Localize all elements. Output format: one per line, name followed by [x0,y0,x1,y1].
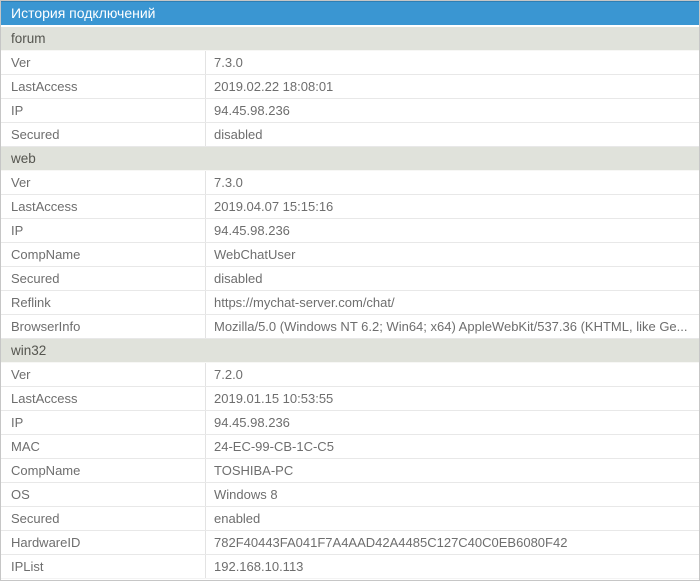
row-value: 7.3.0 [206,51,699,74]
row-label: Secured [1,507,206,530]
table-row: LastAccess 2019.01.15 10:53:55 [1,387,699,411]
row-value: WebChatUser [206,243,699,266]
table-row: HardwareID 782F40443FA041F7A4AAD42A4485C… [1,531,699,555]
row-value: Mozilla/5.0 (Windows NT 6.2; Win64; x64)… [206,315,699,338]
section-header: web [1,147,699,171]
row-label: Ver [1,171,206,194]
row-value: enabled [206,507,699,530]
section-header: forum [1,27,699,51]
row-label: IP [1,219,206,242]
table-row: Ver 7.3.0 [1,171,699,195]
row-label: IPList [1,555,206,578]
row-value: 94.45.98.236 [206,99,699,122]
table-row: Secured enabled [1,507,699,531]
table-row: Reflink https://mychat-server.com/chat/ [1,291,699,315]
row-label: CompName [1,459,206,482]
table-row: MAC 24-EC-99-CB-1C-C5 [1,435,699,459]
row-value: disabled [206,123,699,146]
table-title: История подключений [1,1,699,27]
row-label: IP [1,411,206,434]
table-row: IP 94.45.98.236 [1,219,699,243]
table-row: IPList 192.168.10.113 [1,555,699,579]
row-label: LastAccess [1,75,206,98]
row-value: 7.3.0 [206,171,699,194]
row-value: 2019.02.22 18:08:01 [206,75,699,98]
row-label: OS [1,483,206,506]
row-value: 24-EC-99-CB-1C-C5 [206,435,699,458]
row-label: IP [1,99,206,122]
table-row: BrowserInfo Mozilla/5.0 (Windows NT 6.2;… [1,315,699,339]
row-value: disabled [206,267,699,290]
table-row: LastAccess 2019.04.07 15:15:16 [1,195,699,219]
table-row: CompName TOSHIBA-PC [1,459,699,483]
row-label: Ver [1,363,206,386]
row-value: 782F40443FA041F7A4AAD42A4485C127C40C0EB6… [206,531,699,554]
row-label: LastAccess [1,195,206,218]
row-label: Ver [1,51,206,74]
table-row: LastAccess 2019.02.22 18:08:01 [1,75,699,99]
table-row: CompName WebChatUser [1,243,699,267]
table-row: Ver 7.2.0 [1,363,699,387]
row-value: 2019.04.07 15:15:16 [206,195,699,218]
table-row: Secured disabled [1,267,699,291]
table-row: OS Windows 8 [1,483,699,507]
row-label: Secured [1,267,206,290]
row-value: Windows 8 [206,483,699,506]
table-row: IP 94.45.98.236 [1,99,699,123]
row-value: https://mychat-server.com/chat/ [206,291,699,314]
row-label: Reflink [1,291,206,314]
row-value: 2019.01.15 10:53:55 [206,387,699,410]
sections-container: forum Ver 7.3.0 LastAccess 2019.02.22 18… [1,27,699,579]
row-value: 7.2.0 [206,363,699,386]
row-label: MAC [1,435,206,458]
row-value: 94.45.98.236 [206,219,699,242]
section-header: win32 [1,339,699,363]
table-row: Ver 7.3.0 [1,51,699,75]
row-label: LastAccess [1,387,206,410]
row-value: TOSHIBA-PC [206,459,699,482]
row-label: HardwareID [1,531,206,554]
row-label: Secured [1,123,206,146]
table-row: Secured disabled [1,123,699,147]
row-value: 94.45.98.236 [206,411,699,434]
row-label: CompName [1,243,206,266]
row-value: 192.168.10.113 [206,555,699,578]
connection-history-table: История подключений forum Ver 7.3.0 Last… [0,0,700,581]
table-row: IP 94.45.98.236 [1,411,699,435]
row-label: BrowserInfo [1,315,206,338]
